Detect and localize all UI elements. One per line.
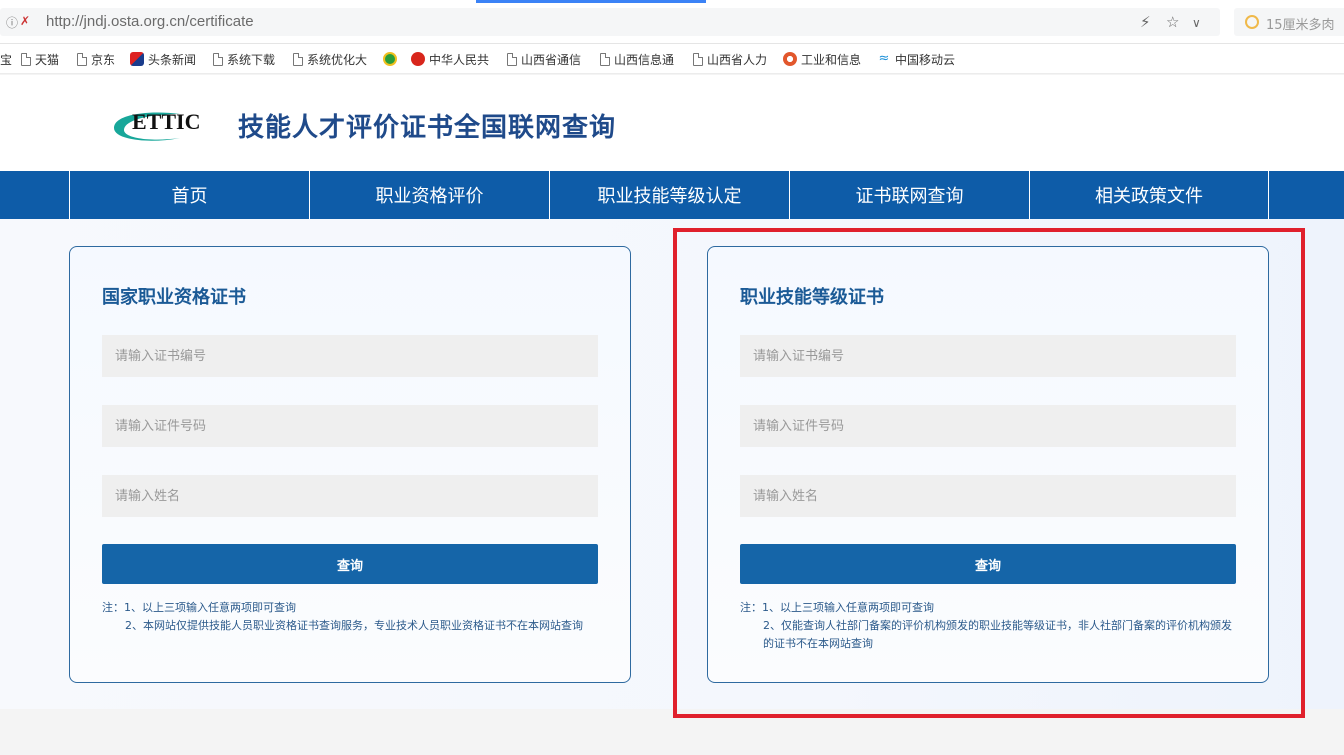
page-icon — [693, 52, 703, 66]
nav-item-skill-level[interactable]: 职业技能等级认定 — [549, 171, 789, 219]
cert-number-input[interactable] — [102, 335, 598, 377]
browser-search-text[interactable]: 15厘米多肉 — [1266, 14, 1335, 33]
bookmark-item[interactable]: 系统优化大 — [293, 51, 373, 67]
bookmark-label: 天猫 — [35, 52, 60, 67]
bookmark-label: 中华人民共 — [429, 52, 490, 67]
search-engine-icon — [1245, 15, 1259, 29]
site-header: ETTIC 技能人才评价证书全国联网查询 — [0, 75, 1344, 171]
page-icon — [507, 52, 517, 66]
logo-text: ETTIC — [132, 109, 200, 134]
card-title: 国家职业资格证书 — [102, 287, 246, 308]
bookmark-item[interactable] — [383, 51, 401, 67]
notes: 注：1、以上三项输入任意两项即可查询 2、本网站仅提供技能人员职业资格证书查询服… — [102, 599, 602, 635]
page-icon — [77, 52, 87, 66]
toutiao-icon — [130, 52, 144, 66]
green-circle-icon — [383, 52, 397, 66]
nav-item-home[interactable]: 首页 — [69, 171, 309, 219]
chevron-down-icon[interactable]: ∨ — [1192, 16, 1201, 30]
page-icon — [293, 52, 303, 66]
bookmark-label: 系统下载 — [227, 52, 276, 67]
bookmarks-bar: 宝 天猫 京东 头条新闻 系统下载 系统优化大 中华人民共 山西省通信 山西信息… — [0, 44, 1344, 74]
browser-address-bar: ⓘ ✗ http://jndj.osta.org.cn/certificate … — [0, 0, 1344, 44]
bookmark-label: 山西省人力 — [707, 52, 768, 67]
query-button[interactable]: 查询 — [102, 544, 598, 584]
bookmark-item[interactable]: 天猫 — [21, 51, 59, 67]
bookmark-label: 中国移动云 — [895, 52, 956, 67]
page-icon — [213, 52, 223, 66]
bookmark-label: 系统优化大 — [307, 52, 368, 67]
lightning-icon[interactable]: ⚡ — [1140, 13, 1151, 31]
bookmark-label: 宝 — [0, 52, 13, 67]
ettic-logo[interactable]: ETTIC — [110, 108, 226, 142]
id-number-input[interactable] — [102, 405, 598, 447]
bookmark-label: 山西省通信 — [521, 52, 582, 67]
bookmark-item[interactable]: 山西信息通 — [600, 51, 680, 67]
nav-item-cert-query[interactable]: 证书联网查询 — [789, 171, 1029, 219]
bookmark-item[interactable]: 宝 — [0, 51, 14, 67]
qualification-cert-card: 国家职业资格证书 查询 注：1、以上三项输入任意两项即可查询 2、本网站仅提供技… — [69, 246, 631, 683]
bookmark-label: 山西信息通 — [614, 52, 675, 67]
highlight-box — [673, 228, 1305, 718]
active-tab-indicator — [476, 0, 706, 3]
bookmark-item[interactable]: 京东 — [77, 51, 115, 67]
bookmark-item[interactable]: 系统下载 — [213, 51, 275, 67]
star-icon[interactable]: ☆ — [1166, 13, 1179, 31]
note-2: 2、本网站仅提供技能人员职业资格证书查询服务，专业技术人员职业资格证书不在本网站… — [125, 619, 583, 632]
gear-logo-icon — [783, 52, 797, 66]
cloud-icon: ≈ — [878, 51, 890, 66]
bookmark-item[interactable]: 中华人民共 — [411, 51, 491, 67]
url-text[interactable]: http://jndj.osta.org.cn/certificate — [46, 13, 254, 30]
site-title: 技能人才评价证书全国联网查询 — [238, 113, 617, 143]
bookmark-label: 工业和信息 — [801, 52, 862, 67]
bookmark-item[interactable]: 山西省人力 — [693, 51, 773, 67]
bookmark-item[interactable]: 头条新闻 — [130, 51, 196, 67]
bookmark-item[interactable]: ≈ 中国移动云 — [877, 51, 959, 67]
bookmark-label: 头条新闻 — [148, 52, 197, 67]
page-icon — [21, 52, 31, 66]
nav-item-qualification[interactable]: 职业资格评价 — [309, 171, 549, 219]
shield-icon[interactable]: ⓘ — [6, 14, 18, 31]
main-nav: 首页 职业资格评价 职业技能等级认定 证书联网查询 相关政策文件 — [0, 171, 1344, 219]
note-1: 注：1、以上三项输入任意两项即可查询 — [102, 601, 296, 614]
site-info-icons[interactable]: ⓘ ✗ — [6, 14, 30, 31]
nav-item-policy[interactable]: 相关政策文件 — [1029, 171, 1269, 219]
insecure-icon: ✗ — [20, 14, 31, 28]
bookmark-item[interactable]: 工业和信息 — [783, 51, 865, 67]
bookmark-item[interactable]: 山西省通信 — [507, 51, 587, 67]
page-icon — [600, 52, 610, 66]
name-input[interactable] — [102, 475, 598, 517]
emblem-icon — [411, 52, 425, 66]
bookmark-label: 京东 — [91, 52, 116, 67]
